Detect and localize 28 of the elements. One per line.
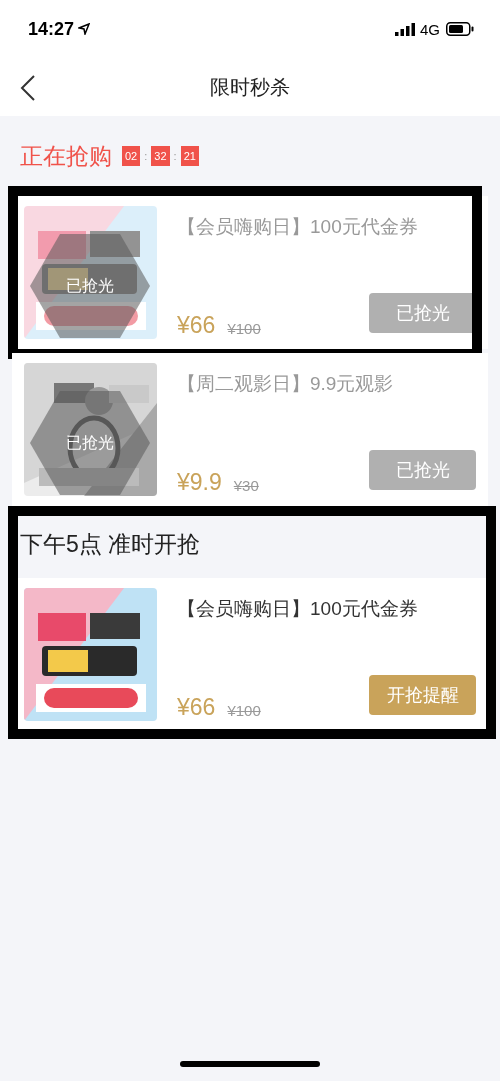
price: ¥9.9 [177, 469, 222, 496]
page-title: 限时秒杀 [210, 74, 290, 100]
sold-out-label: 已抢光 [66, 432, 114, 453]
original-price: ¥30 [233, 477, 259, 494]
battery-icon [446, 22, 474, 36]
sold-out-label: 已抢光 [66, 275, 114, 296]
price: ¥66 [177, 694, 216, 721]
product-title: 【周二观影日】9.9元观影 [177, 372, 395, 396]
product-title: 【会员嗨购日】100元代金券 [177, 597, 419, 621]
original-price: ¥100 [227, 320, 261, 337]
status-time: 14:27 [28, 18, 75, 40]
remind-button[interactable]: 开抢提醒 [369, 675, 476, 715]
sold-out-button[interactable]: 已抢光 [369, 450, 476, 490]
back-icon[interactable] [20, 74, 36, 102]
section-title: 正在抢购 [20, 141, 112, 171]
countdown-digits: 02 [122, 146, 141, 166]
countdown-colon: : [144, 150, 148, 162]
countdown-colon: : [173, 150, 177, 162]
location-arrow-icon [78, 23, 91, 35]
network-label: 4G [420, 20, 440, 38]
original-price: ¥100 [227, 702, 261, 719]
section-title: 下午5点 准时开抢 [20, 529, 201, 559]
product-title: 【会员嗨购日】100元代金券 [177, 215, 419, 239]
product-card[interactable]: 已抢光 【周二观影日】9.9元观影 ¥9.9 ¥30 已抢光 [12, 353, 488, 506]
price: ¥66 [177, 312, 216, 339]
countdown-digits: 32 [151, 146, 170, 166]
countdown-digits: 21 [180, 146, 199, 166]
signal-icon [395, 22, 415, 36]
